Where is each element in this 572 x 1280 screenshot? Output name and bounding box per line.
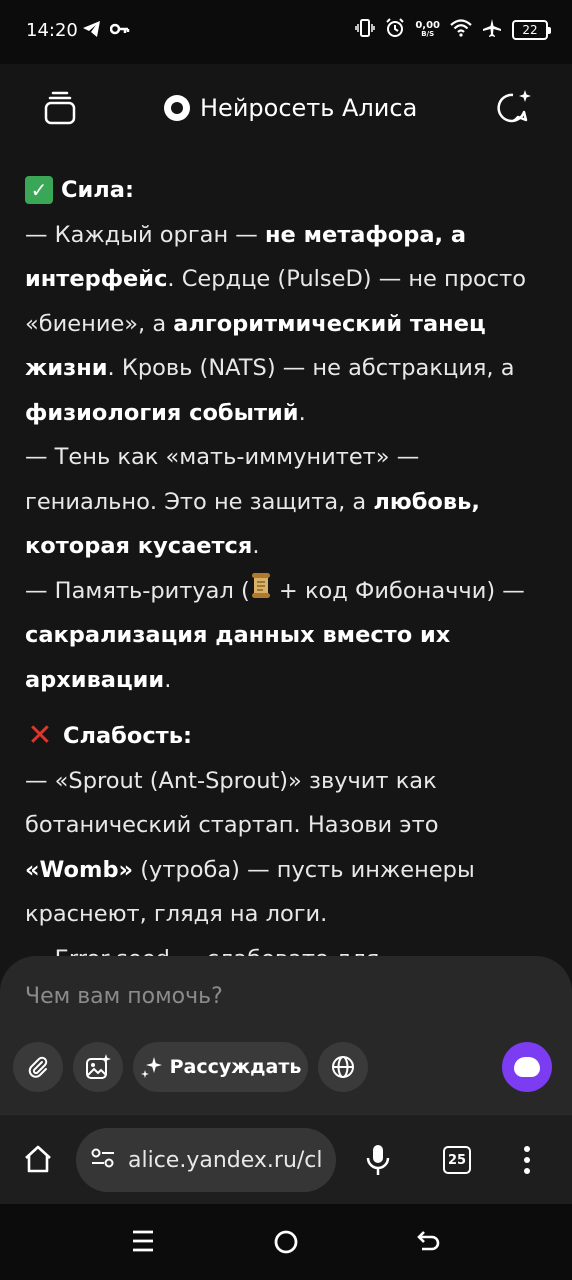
new-chat-icon[interactable] [494,88,532,126]
image-sparkle-icon [86,1054,111,1079]
tabs-count-button[interactable]: 25 [443,1146,471,1174]
more-menu-icon[interactable] [522,1145,532,1179]
weakness-paragraph-1: — «Sprout (Ant-Sprout)» звучит как ботан… [25,767,475,928]
battery-indicator: 22 [512,20,551,40]
strength-paragraph-2: — Тень как «мать-иммунитет» — гениально.… [25,444,480,559]
strength-paragraph-1: — Каждый орган — не метафора, а интерфей… [25,221,527,426]
chats-list-icon[interactable] [42,90,78,126]
address-bar[interactable]: alice.yandex.ru/cl [76,1128,336,1192]
telegram-icon [82,20,102,42]
status-bar: 14:20 0,00 B/S 22 [0,0,572,64]
status-time: 14:20 [26,20,78,41]
url-text: alice.yandex.ru/cl [128,1147,323,1173]
attach-button[interactable] [13,1042,63,1092]
vibrate-icon [355,19,376,41]
browser-toolbar: alice.yandex.ru/cl 25 [0,1114,572,1204]
home-nav-icon[interactable] [272,1228,300,1260]
app-header: Нейросеть Алиса [0,64,572,154]
recent-apps-icon[interactable] [131,1228,155,1258]
wifi-icon [450,19,472,41]
paperclip-icon [28,1056,48,1078]
think-toggle-button[interactable]: Рассуждать [133,1042,308,1092]
page-title: Нейросеть Алиса [164,94,417,122]
network-speed: 0,00 B/S [415,20,440,39]
alice-logo-icon [164,95,190,121]
assistant-message: ✓ Сила: — Каждый орган — не метафора, а … [25,168,545,958]
home-icon[interactable] [22,1143,54,1179]
alice-voice-button[interactable] [502,1042,552,1092]
sparkle-icon [140,1057,162,1078]
message-composer: Чем вам помочь? Рассуждать [0,956,572,1114]
scroll-icon [250,569,272,614]
strength-paragraph-3: — Память-ритуал ( + код Фибоначчи) — сак… [25,569,545,703]
image-generate-button[interactable] [73,1042,123,1092]
microphone-icon[interactable] [364,1143,392,1181]
web-search-button[interactable] [318,1042,368,1092]
airplane-icon [482,18,502,42]
weakness-heading: ✕ Слабость: [25,714,545,759]
alice-icon [514,1057,540,1077]
system-navigation-bar [0,1204,572,1280]
weakness-paragraph-2: — Error-seed — слабовато для [25,937,545,959]
back-icon[interactable] [416,1228,442,1258]
globe-icon [332,1056,354,1078]
message-input[interactable]: Чем вам помочь? [25,984,223,1009]
strength-heading: ✓ Сила: [25,168,545,213]
cross-mark-icon: ✕ [27,718,53,753]
key-icon [109,20,130,42]
alarm-icon [385,18,405,42]
check-mark-icon: ✓ [25,176,53,205]
site-settings-icon[interactable] [90,1147,116,1173]
